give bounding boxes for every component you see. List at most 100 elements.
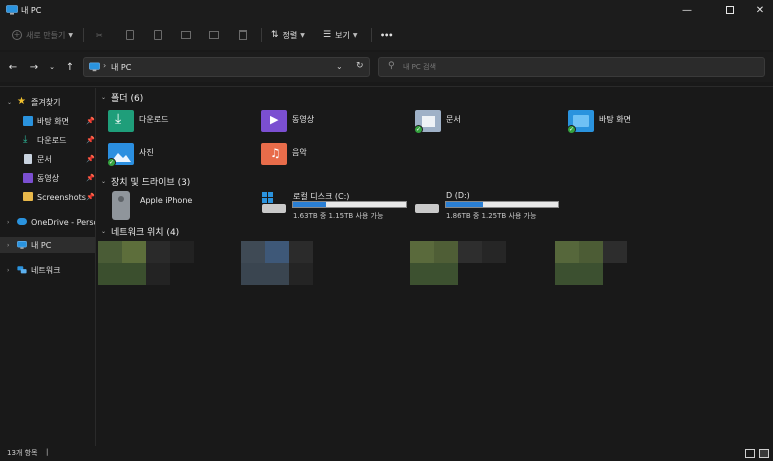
network-icon [17,266,27,274]
cut-icon: ✂ [96,30,103,40]
command-bar: + 새로 만들기 ▼ ✂ ⇅ 정렬 ▼ ☰ 보기 ▼ ••• [0,20,773,50]
folder-pictures[interactable]: ✓ 사진 [107,141,248,171]
address-bar[interactable]: › 내 PC ⌄ ↻ [83,57,370,77]
recent-locations-button[interactable]: ⌄ [44,59,60,75]
back-button[interactable]: ← [5,59,21,75]
cloud-icon [17,218,27,225]
rename-button[interactable] [181,27,191,43]
video-folder-icon: ▶ [261,110,287,132]
chevron-down-icon: ⌄ [101,94,107,101]
sync-check-icon: ✓ [107,158,116,167]
folder-documents[interactable]: ✓ 문서 [414,108,555,138]
sidebar-item-network[interactable]: › 네트워크 [0,262,96,278]
up-button[interactable]: ↑ [62,59,78,75]
drive-d-usage-bar [445,201,559,208]
paste-button[interactable] [154,27,162,43]
delete-button[interactable] [239,27,247,43]
drive-c[interactable]: 로컬 디스크 (C:) 1.63TB 중 1.15TB 사용 가능 [262,190,412,222]
sidebar-item-screenshots[interactable]: Screenshots 📌 [0,189,96,205]
drive-label: D (D:) [446,191,470,200]
download-icon: ⤓ [23,134,28,145]
minimize-button[interactable]: — [670,0,704,20]
more-icon: ••• [380,30,393,40]
devices-section-header[interactable]: ⌄ 장치 및 드라이브 (3) [101,175,190,188]
item-count: 13개 항목 [7,449,38,457]
folder-icon [23,192,33,201]
sidebar-item-this-pc[interactable]: › 내 PC [0,237,96,253]
cut-button[interactable]: ✂ [96,27,103,43]
window-title: 내 PC [21,6,42,15]
drive-d[interactable]: D (D:) 1.86TB 중 1.25TB 사용 가능 [415,190,565,222]
sidebar-label: 내 PC [31,240,52,250]
device-apple-iphone[interactable]: Apple iPhone [112,190,252,222]
chevron-down-icon: ⌄ [101,178,107,185]
folders-section-header[interactable]: ⌄ 폴더 (6) [101,91,143,104]
network-location-2[interactable] [241,241,339,285]
sidebar-label: 네트워크 [31,265,61,275]
sidebar-label: 바탕 화면 [37,116,69,126]
breadcrumb-this-pc[interactable]: 내 PC [111,62,131,73]
pane-divider[interactable] [95,88,96,446]
view-button[interactable]: ☰ 보기 ▼ [323,27,357,43]
device-label: Apple iPhone [140,196,193,205]
tiles-view-icon[interactable] [759,449,769,458]
pin-icon: 📌 [86,117,95,125]
more-options-button[interactable]: ••• [380,27,393,43]
folder-music[interactable]: ♫ 음악 [261,141,401,171]
sidebar-label: 즐겨찾기 [31,97,61,107]
network-location-1[interactable] [98,241,196,285]
chevron-right-icon: › [7,241,10,249]
status-separator: | [46,448,49,456]
sort-button[interactable]: ⇅ 정렬 ▼ [271,27,305,43]
new-button[interactable]: + 새로 만들기 ▼ [12,27,73,43]
search-input[interactable]: 내 PC 검색 [403,62,436,72]
search-box[interactable]: ⚲ 내 PC 검색 [378,57,765,77]
copy-button[interactable] [126,27,134,43]
header-divider [0,86,773,87]
sidebar-item-onedrive[interactable]: › OneDrive - Persona [0,214,96,230]
sidebar-item-documents[interactable]: 문서 📌 [0,151,96,167]
sidebar-quick-access[interactable]: ⌄ ★ 즐겨찾기 [0,94,96,110]
folder-label: 동영상 [292,115,315,124]
view-label: 보기 [335,30,350,40]
document-icon [24,154,32,164]
chevron-down-icon: ⌄ [49,63,55,71]
address-history-button[interactable]: ⌄ [336,62,343,71]
close-button[interactable]: ✕ [743,0,773,20]
drive-c-usage-fill [293,202,326,207]
network-location-4[interactable] [555,241,653,285]
share-button[interactable] [209,27,219,43]
folder-label: 사진 [139,148,154,157]
pin-icon: 📌 [86,155,95,163]
desktop-icon [23,116,33,126]
address-row: ← → ⌄ ↑ › 내 PC ⌄ ↻ ⚲ 내 PC 검색 [0,52,773,82]
phone-icon [112,191,130,220]
sidebar-item-downloads[interactable]: ⤓ 다운로드 📌 [0,132,96,148]
sidebar-item-videos[interactable]: 동영상 📌 [0,170,96,186]
forward-button[interactable]: → [26,59,42,75]
chevron-down-icon: ⌄ [7,98,13,106]
drive-usage-text: 1.86TB 중 1.25TB 사용 가능 [446,212,537,220]
copy-icon [126,30,134,40]
sidebar-item-desktop[interactable]: 바탕 화면 📌 [0,113,96,129]
folder-videos[interactable]: ▶ 동영상 [261,108,401,138]
rename-icon [181,31,191,39]
maximize-button[interactable] [713,0,747,20]
pin-icon: 📌 [86,136,95,144]
sidebar-label: OneDrive - Persona [31,217,96,227]
toolbar-divider [371,28,372,42]
folder-downloads[interactable]: ⤓ 다운로드 [108,108,248,138]
folder-desktop[interactable]: ✓ 바탕 화면 [567,108,708,138]
view-icon: ☰ [323,30,332,40]
refresh-icon[interactable]: ↻ [356,61,364,71]
drive-d-icon [415,192,439,214]
drive-d-usage-fill [446,202,483,207]
drive-usage-text: 1.63TB 중 1.15TB 사용 가능 [293,212,384,220]
chevron-down-icon: ▼ [68,31,73,39]
network-location-3[interactable] [410,241,508,285]
network-section-header[interactable]: ⌄ 네트워크 위치 (4) [101,225,179,238]
maximize-icon [726,6,734,14]
sidebar-label: 문서 [37,154,52,164]
details-view-icon[interactable] [745,449,755,458]
plus-circle-icon: + [12,30,22,40]
